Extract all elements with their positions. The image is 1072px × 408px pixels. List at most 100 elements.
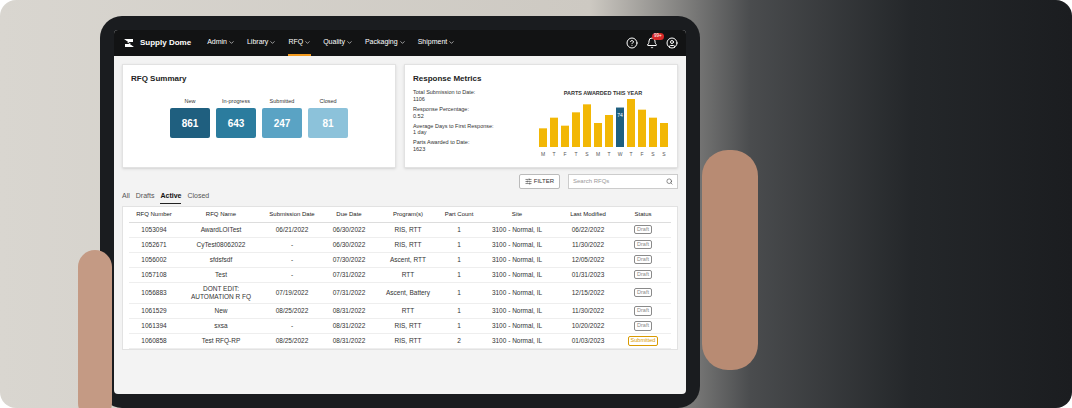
table-cell: 07/30/2022 [323, 256, 375, 264]
rfq-summary-card: RFQ Summary New861In-progress643Submitted… [122, 64, 396, 168]
tab[interactable]: All [122, 191, 130, 204]
table-cell: 1053094 [129, 226, 179, 234]
table-cell: 3100 - Normal, IL [479, 307, 555, 315]
table-cell: 06/30/2022 [323, 241, 375, 249]
status-badge: Draft [634, 288, 652, 297]
user-icon[interactable] [666, 37, 678, 49]
tab[interactable]: Active [160, 191, 181, 204]
table-cell: - [263, 256, 321, 264]
metric: Total Submission to Date:1106 [413, 89, 494, 103]
filter-icon [525, 178, 532, 185]
table-cell: 07/31/2022 [323, 289, 375, 297]
nav-item[interactable]: Admin [207, 30, 235, 56]
table-cell: RIS, RTT [377, 241, 439, 249]
column-header[interactable]: RFQ Name [181, 210, 261, 219]
search-field[interactable]: Search RFQs [568, 174, 678, 189]
chart-bar: F [561, 126, 569, 157]
table-cell: sxsa [181, 322, 261, 330]
chart-bar: T [550, 118, 558, 157]
status-badge: Draft [634, 240, 652, 249]
column-header[interactable]: Status [621, 210, 665, 219]
nav-item[interactable]: Shipment [418, 30, 456, 56]
right-hand [702, 150, 758, 370]
table-cell: 3100 - Normal, IL [479, 241, 555, 249]
chart-bar: M [594, 123, 602, 157]
table-cell: 08/25/2022 [263, 307, 321, 315]
card-title: RFQ Summary [131, 73, 387, 85]
table-cell: 10/20/2022 [557, 322, 619, 330]
table-cell: 12/15/2022 [557, 289, 619, 297]
column-header[interactable]: Last Modified [557, 210, 619, 219]
table-cell: 1 [441, 256, 477, 264]
svg-text:M: M [541, 151, 545, 157]
chart-bar: T [605, 115, 613, 157]
table-cell: RTT [377, 271, 439, 279]
left-hand [78, 250, 112, 408]
svg-text:F: F [563, 151, 566, 157]
filter-button[interactable]: FILTER [519, 174, 560, 189]
help-icon[interactable] [626, 37, 638, 49]
table-cell: Test RFQ-RP [181, 337, 261, 345]
table-cell: 1061394 [129, 322, 179, 330]
chart-bar: T [572, 113, 580, 158]
summary-tile[interactable]: Closed81 [308, 97, 348, 138]
column-header[interactable]: Due Date [323, 210, 375, 219]
svg-text:W: W [618, 151, 623, 157]
table-row[interactable]: 1052671CyTest08062022-06/30/2022RIS, RTT… [129, 238, 671, 253]
tab[interactable]: Closed [187, 191, 209, 204]
table-cell: 1 [441, 322, 477, 330]
table-cell: 1 [441, 226, 477, 234]
metric: Parts Awarded to Date:1623 [413, 139, 494, 153]
caret-icon [399, 39, 406, 46]
brand[interactable]: Supply Dome [122, 36, 191, 50]
screen: Supply Dome Admin Library RFQ Quality Packagi… [114, 30, 686, 394]
table-cell: 3100 - Normal, IL [479, 289, 555, 297]
nav-item[interactable]: Quality [323, 30, 353, 56]
table-cell: 1 [441, 271, 477, 279]
column-header[interactable]: Program(s) [377, 210, 439, 219]
notifications[interactable]: 99+ [646, 37, 658, 49]
chart-bar: T [627, 99, 635, 157]
photo-scene: Supply Dome Admin Library RFQ Quality Packagi… [0, 0, 1072, 408]
summary-tile[interactable]: Submitted247 [262, 97, 302, 138]
svg-text:T: T [629, 151, 632, 157]
table-row[interactable]: 1056883DONT EDIT: AUTOMATION R FQ07/19/2… [129, 283, 671, 304]
table-header: RFQ NumberRFQ NameSubmission DateDue Dat… [129, 207, 671, 223]
column-header[interactable]: Submission Date [263, 210, 321, 219]
tablet: Supply Dome Admin Library RFQ Quality Packagi… [100, 16, 700, 408]
table-cell: 01/31/2023 [557, 271, 619, 279]
table-row[interactable]: 1061529New08/25/202208/31/2022RTT13100 -… [129, 304, 671, 319]
table-row[interactable]: 1060858Test RFQ-RP08/25/202208/31/2022RI… [129, 334, 671, 349]
table-cell: 3100 - Normal, IL [479, 337, 555, 345]
nav-item[interactable]: Packaging [365, 30, 406, 56]
tile-count: 247 [262, 108, 302, 138]
table-cell: DONT EDIT: AUTOMATION R FQ [181, 285, 261, 301]
table-cell: 1052671 [129, 241, 179, 249]
table-row[interactable]: 1053094AwardLOITest06/21/202206/30/2022R… [129, 223, 671, 238]
summary-tile[interactable]: New861 [170, 97, 210, 138]
column-header[interactable]: Part Count [441, 210, 477, 219]
nav-menu: Admin Library RFQ Quality Packaging Shipment [207, 30, 455, 56]
table-row[interactable]: 1056002sfdsfsdf-07/30/2022Ascent, RTT131… [129, 253, 671, 268]
metric: Response Percentage:0.52 [413, 106, 494, 120]
table-cell: 3100 - Normal, IL [479, 271, 555, 279]
caret-icon [448, 39, 455, 46]
tile-count: 643 [216, 108, 256, 138]
nav-item[interactable]: Library [247, 30, 276, 56]
summary-tile[interactable]: In-progress643 [216, 97, 256, 138]
table-cell: 3100 - Normal, IL [479, 322, 555, 330]
table-row[interactable]: 1057108Test-07/31/2022RTT13100 - Normal,… [129, 268, 671, 283]
rfq-table: RFQ NumberRFQ NameSubmission DateDue Dat… [122, 206, 678, 350]
card-title: Response Metrics [413, 73, 669, 85]
tab[interactable]: Drafts [136, 191, 155, 204]
column-header[interactable]: Site [479, 210, 555, 219]
table-row[interactable]: 1061394sxsa-08/31/2022RIS, RTT13100 - No… [129, 319, 671, 334]
table-cell: RIS, RTT [377, 322, 439, 330]
status-badge: Draft [634, 225, 652, 234]
column-header[interactable]: RFQ Number [129, 210, 179, 219]
status-badge: Submitted [628, 336, 659, 345]
nav-item[interactable]: RFQ [288, 30, 311, 56]
parts-awarded-chart: PARTS AWARDED THIS YEARMTFTSMT74WTFSS [537, 89, 669, 159]
table-cell: 06/22/2022 [557, 226, 619, 234]
table-cell: 1 [441, 241, 477, 249]
